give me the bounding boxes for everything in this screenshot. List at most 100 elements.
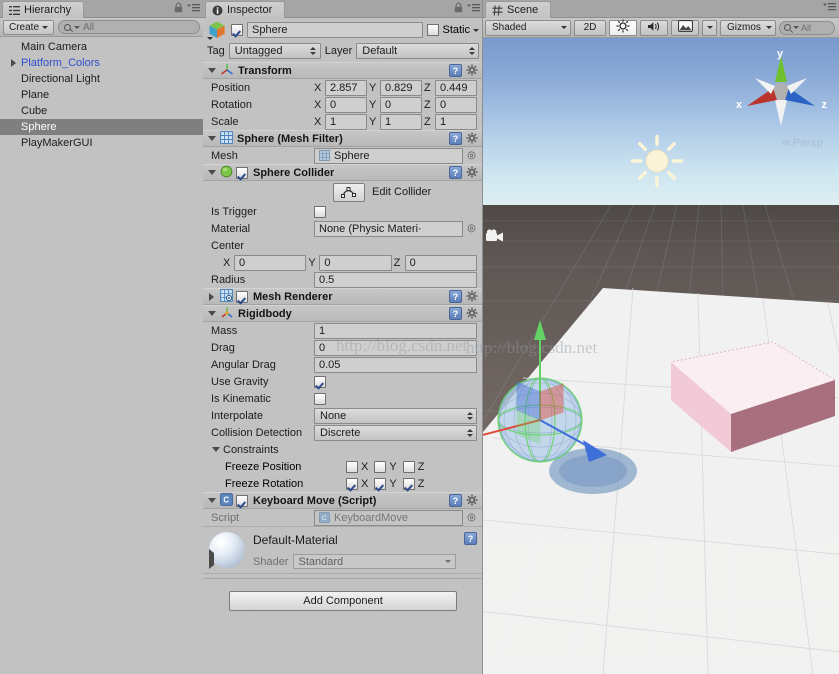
edit-collider-button[interactable]	[333, 182, 365, 202]
help-icon[interactable]: ?	[449, 132, 462, 145]
scene-viewport[interactable]: x y z ≪Persp	[483, 38, 839, 674]
hierarchy-item-sphere[interactable]: Sphere	[0, 119, 203, 135]
tab-inspector[interactable]: Inspector	[205, 1, 286, 18]
material-expand-twisty-icon[interactable]	[209, 549, 214, 569]
object-picker-icon[interactable]: ◎	[466, 512, 477, 523]
component-header-transform[interactable]: Transform ?	[203, 62, 483, 79]
rotation-z-field[interactable]: 0	[435, 96, 477, 113]
object-picker-icon[interactable]: ◎	[466, 150, 477, 161]
object-picker-icon[interactable]: ◎	[466, 223, 477, 234]
hierarchy-item-platform-colors[interactable]: Platform_Colors	[0, 55, 203, 71]
position-y-field[interactable]: 0.829	[380, 79, 422, 96]
mesh-object-field[interactable]: Sphere	[314, 147, 463, 164]
camera-gizmo[interactable]	[485, 228, 507, 249]
component-header-rigidbody[interactable]: Rigidbody ?	[203, 305, 483, 322]
collapse-twisty-icon[interactable]	[207, 68, 216, 73]
scene-search-input[interactable]: All	[779, 20, 835, 35]
gear-icon[interactable]	[466, 166, 479, 179]
rotation-y-field[interactable]: 0	[380, 96, 422, 113]
script-enabled-checkbox[interactable]	[236, 494, 248, 507]
scale-y-field[interactable]: 1	[380, 113, 422, 130]
panel-menu-icon[interactable]	[467, 3, 480, 13]
help-icon[interactable]: ?	[449, 307, 462, 320]
help-icon[interactable]: ?	[464, 532, 477, 545]
layer-dropdown[interactable]: Default	[356, 43, 479, 59]
gameobject-enabled-checkbox[interactable]	[231, 24, 243, 36]
hierarchy-item-playmakergui[interactable]: PlayMakerGUI	[0, 135, 203, 151]
shader-dropdown[interactable]: Standard	[293, 554, 456, 569]
tab-scene[interactable]: Scene	[485, 1, 552, 18]
collapse-twisty-icon[interactable]	[207, 170, 216, 175]
hierarchy-item-cube[interactable]: Cube	[0, 103, 203, 119]
collapse-twisty-icon[interactable]	[207, 311, 216, 316]
position-z-field[interactable]: 0.449	[435, 79, 477, 96]
toggle-lighting-button[interactable]	[609, 19, 637, 36]
rotation-x-field[interactable]: 0	[325, 96, 367, 113]
add-component-button[interactable]: Add Component	[229, 591, 457, 611]
lock-icon[interactable]	[454, 2, 463, 13]
gameobject-name-field[interactable]: Sphere	[247, 22, 424, 38]
tag-dropdown[interactable]: Untagged	[228, 43, 321, 59]
panel-menu-icon[interactable]	[823, 2, 836, 12]
freeze-rotation-x-checkbox[interactable]	[346, 477, 358, 490]
hierarchy-item-main-camera[interactable]: Main Camera	[0, 39, 203, 55]
interpolate-dropdown[interactable]: None	[314, 407, 477, 424]
hierarchy-item-plane[interactable]: Plane	[0, 87, 203, 103]
constraints-header[interactable]: Constraints	[203, 441, 483, 458]
is-trigger-checkbox[interactable]	[314, 205, 326, 218]
center-x-field[interactable]: 0	[234, 254, 307, 271]
hierarchy-search-input[interactable]: All	[58, 20, 200, 34]
freeze-position-x-checkbox[interactable]	[346, 460, 358, 473]
mesh-renderer-enabled-checkbox[interactable]	[236, 290, 248, 303]
drag-field[interactable]: 0	[314, 339, 477, 356]
toggle-audio-button[interactable]	[640, 19, 668, 36]
effects-dropdown-button[interactable]	[702, 19, 717, 36]
gear-icon[interactable]	[466, 64, 479, 77]
component-header-mesh-filter[interactable]: Sphere (Mesh Filter) ?	[203, 130, 483, 147]
expand-twisty-icon[interactable]	[207, 292, 216, 301]
physic-material-field[interactable]: None (Physic Materi·	[314, 220, 463, 237]
gear-icon[interactable]	[466, 494, 479, 507]
gear-icon[interactable]	[466, 132, 479, 145]
is-kinematic-checkbox[interactable]	[314, 392, 326, 405]
toggle-2d-button[interactable]: 2D	[574, 19, 606, 36]
help-icon[interactable]: ?	[449, 166, 462, 179]
script-object-field[interactable]: C KeyboardMove	[314, 509, 463, 526]
scale-z-field[interactable]: 1	[435, 113, 477, 130]
sphere-collider-enabled-checkbox[interactable]	[236, 166, 248, 179]
freeze-position-y-checkbox[interactable]	[374, 460, 387, 473]
gameobject-cube-icon[interactable]	[207, 20, 227, 40]
scale-x-field[interactable]: 1	[325, 113, 367, 130]
angular-drag-field[interactable]: 0.05	[314, 356, 477, 373]
mass-field[interactable]: 1	[314, 322, 477, 339]
collision-detection-dropdown[interactable]: Discrete	[314, 424, 477, 441]
lock-icon[interactable]	[174, 2, 183, 13]
freeze-position-z-checkbox[interactable]	[402, 460, 415, 473]
freeze-rotation-z-checkbox[interactable]	[402, 477, 415, 490]
draw-mode-dropdown[interactable]: Shaded	[485, 19, 571, 36]
center-y-field[interactable]: 0	[319, 254, 392, 271]
gear-icon[interactable]	[466, 290, 479, 303]
center-z-field[interactable]: 0	[404, 254, 477, 271]
help-icon[interactable]: ?	[449, 64, 462, 77]
component-header-mesh-renderer[interactable]: Mesh Renderer ?	[203, 288, 483, 305]
collapse-twisty-icon[interactable]	[207, 136, 216, 141]
position-x-field[interactable]: 2.857	[325, 79, 367, 96]
directional-light-sun-gizmo[interactable]	[628, 132, 686, 193]
freeze-rotation-y-checkbox[interactable]	[374, 477, 387, 490]
radius-field[interactable]: 0.5	[314, 271, 477, 288]
gear-icon[interactable]	[466, 307, 479, 320]
static-checkbox[interactable]	[427, 24, 440, 36]
toggle-effects-button[interactable]	[671, 19, 699, 36]
scene-orientation-gizmo[interactable]: x y z	[731, 42, 831, 145]
use-gravity-checkbox[interactable]	[314, 375, 326, 388]
tab-hierarchy[interactable]: Hierarchy	[2, 1, 85, 18]
component-header-sphere-collider[interactable]: Sphere Collider ?	[203, 164, 483, 181]
collapse-twisty-icon[interactable]	[211, 447, 220, 452]
projection-mode-label[interactable]: ≪Persp	[781, 136, 823, 149]
hierarchy-item-directional-light[interactable]: Directional Light	[0, 71, 203, 87]
help-icon[interactable]: ?	[449, 494, 462, 507]
create-button[interactable]: Create	[3, 19, 55, 35]
component-header-keyboard-move-script[interactable]: C Keyboard Move (Script) ?	[203, 492, 483, 509]
static-dropdown-chevron-icon[interactable]	[473, 28, 479, 32]
